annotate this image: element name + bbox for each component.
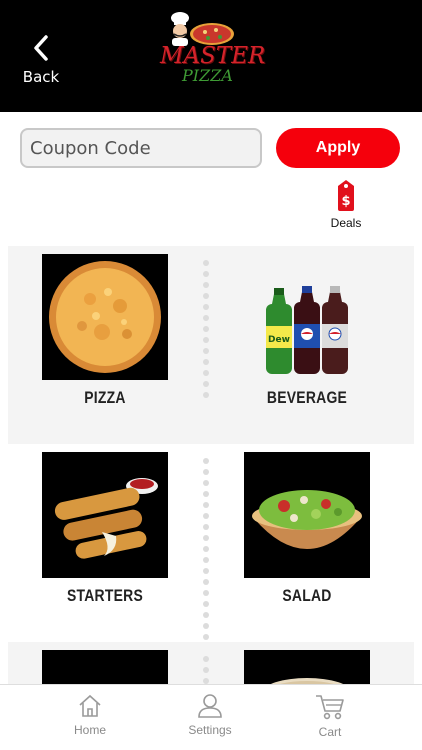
svg-text:Dew: Dew: [268, 335, 290, 345]
divider-dots: [202, 458, 210, 645]
svg-text:$: $: [341, 194, 350, 209]
logo-text-pizza: PIZZA: [182, 66, 233, 85]
starters-image: [42, 452, 168, 578]
category-row: STARTERS SALAD: [8, 444, 414, 642]
home-icon: [79, 694, 101, 717]
apply-button[interactable]: Apply: [276, 128, 400, 168]
category-label: STARTERS: [66, 586, 144, 605]
category-salad[interactable]: SALAD: [244, 452, 370, 606]
tab-home-label: Home: [73, 723, 106, 737]
category-row: [8, 642, 414, 684]
divider-dots: [202, 260, 210, 403]
tab-settings-label: Settings: [188, 723, 232, 737]
pizza-image: [42, 254, 168, 380]
chevron-left-icon: [34, 35, 48, 61]
tab-home[interactable]: Home: [45, 693, 135, 737]
category-label: PIZZA: [84, 388, 126, 407]
back-label: Back: [22, 68, 60, 86]
back-button[interactable]: Back: [18, 34, 64, 90]
divider-dots: [202, 656, 210, 684]
cart-icon: [316, 695, 344, 720]
salad-image: [244, 452, 370, 578]
master-pizza-logo: MASTER PIZZA: [150, 10, 280, 92]
price-tag-icon: $: [338, 180, 354, 211]
category-beverage[interactable]: Dew BEVERAGE: [244, 254, 370, 408]
deals-label: Deals: [330, 216, 362, 230]
category-label: BEVERAGE: [266, 388, 348, 407]
category-item[interactable]: [42, 650, 168, 684]
category-label: SALAD: [282, 586, 332, 605]
category-image: [42, 650, 168, 684]
beverage-image: Dew: [244, 254, 370, 380]
tab-settings[interactable]: Settings: [165, 693, 255, 737]
category-item[interactable]: [244, 650, 370, 684]
user-icon: [198, 694, 222, 718]
deals-button[interactable]: $ Deals: [322, 178, 370, 240]
category-image: [244, 650, 370, 684]
category-starters[interactable]: STARTERS: [42, 452, 168, 606]
app-header: Back MASTER PIZZA: [0, 0, 422, 112]
bottom-tab-bar: Home Settings Cart: [0, 684, 422, 750]
category-pizza[interactable]: PIZZA: [42, 254, 168, 408]
coupon-code-input[interactable]: [20, 128, 262, 168]
category-row: PIZZA Dew BEVERAGE: [8, 246, 414, 444]
tab-cart[interactable]: Cart: [285, 693, 375, 739]
tab-cart-label: Cart: [318, 725, 342, 739]
